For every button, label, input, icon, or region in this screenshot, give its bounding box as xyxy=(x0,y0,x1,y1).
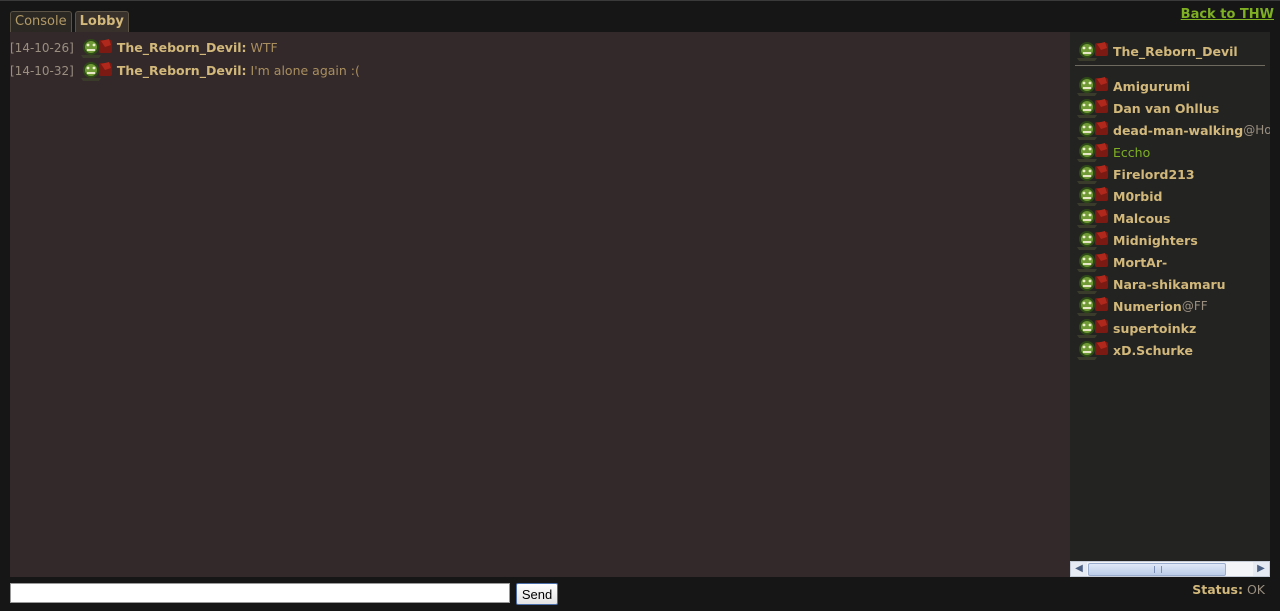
user-name: dead-man-walking xyxy=(1113,122,1244,138)
user-list-item[interactable]: M0rbid xyxy=(1075,185,1270,207)
user-list-item[interactable]: Dan van Ohllus xyxy=(1075,97,1270,119)
back-to-thw-link[interactable]: Back to THW xyxy=(1181,7,1274,22)
orc-portrait-icon xyxy=(1075,317,1109,339)
orc-portrait-icon xyxy=(1075,97,1109,119)
user-name: Dan van Ohllus xyxy=(1113,100,1220,116)
user-name: Numerion xyxy=(1113,298,1182,314)
status-label: Status: xyxy=(1192,582,1243,597)
user-list-horizontal-scrollbar[interactable]: ◀ ▶ xyxy=(1070,561,1270,577)
tab-lobby[interactable]: Lobby xyxy=(74,11,129,33)
message-text: I'm alone again :( xyxy=(250,63,360,78)
message-timestamp: [14-10-32] xyxy=(10,63,74,78)
orc-portrait-icon xyxy=(79,60,113,82)
chat-message-input[interactable] xyxy=(10,583,510,603)
status-value: OK xyxy=(1246,582,1265,597)
orc-portrait-icon xyxy=(1075,141,1109,163)
user-name: MortAr- xyxy=(1113,254,1168,270)
orc-portrait-icon xyxy=(1075,295,1109,317)
message-text: WTF xyxy=(250,40,278,55)
user-list-item[interactable]: supertoinkz xyxy=(1075,317,1270,339)
send-button[interactable]: Send xyxy=(516,583,558,605)
user-name: Midnighters xyxy=(1113,232,1198,248)
user-name: supertoinkz xyxy=(1113,320,1197,336)
tab-console[interactable]: Console xyxy=(10,11,72,32)
user-name: Firelord213 xyxy=(1113,166,1195,182)
orc-portrait-icon xyxy=(1075,163,1109,185)
message-username[interactable]: The_Reborn_Devil: xyxy=(117,63,247,78)
orc-portrait-icon xyxy=(1075,273,1109,295)
chat-message: [14-10-32] The_Reborn_Devil: I'm alone a… xyxy=(10,59,1070,82)
user-list-item[interactable]: Firelord213 xyxy=(1075,163,1270,185)
orc-portrait-icon xyxy=(1075,185,1109,207)
connection-status: Status: OK xyxy=(1192,582,1265,597)
tab-bar: Console Lobby xyxy=(10,11,132,33)
orc-portrait-icon xyxy=(1075,207,1109,229)
user-realm: @Ho xyxy=(1243,123,1270,137)
user-name: Amigurumi xyxy=(1113,78,1191,94)
orc-portrait-icon xyxy=(1075,339,1109,361)
chat-message: [14-10-26] The_Reborn_Devil: WTF xyxy=(10,36,1070,59)
user-list-item[interactable]: Amigurumi xyxy=(1075,75,1270,97)
user-list-item[interactable]: Numerion @FF xyxy=(1075,295,1270,317)
orc-portrait-icon xyxy=(1075,229,1109,251)
scrollbar-grip-icon xyxy=(1154,566,1162,573)
orc-portrait-icon xyxy=(1075,75,1109,97)
user-name: Malcous xyxy=(1113,210,1171,226)
orc-portrait-icon xyxy=(1075,40,1109,62)
user-list-item[interactable]: Nara-shikamaru xyxy=(1075,273,1270,295)
user-list-item[interactable]: dead-man-walking @Ho xyxy=(1075,119,1270,141)
user-realm: @FF xyxy=(1181,299,1208,313)
scroll-right-arrow-icon[interactable]: ▶ xyxy=(1253,562,1269,576)
user-list: Amigurumi Dan van Ohllus dead-man-walkin… xyxy=(1075,75,1270,361)
message-username[interactable]: The_Reborn_Devil: xyxy=(117,40,247,55)
user-list-item[interactable]: Midnighters xyxy=(1075,229,1270,251)
user-list-item[interactable]: Eccho xyxy=(1075,141,1270,163)
message-timestamp: [14-10-26] xyxy=(10,40,74,55)
chat-client: Console Lobby Back to THW [14-10-26] The… xyxy=(0,0,1280,611)
chat-log: [14-10-26] The_Reborn_Devil: WTF [14-10-… xyxy=(10,32,1070,577)
current-user-row: The_Reborn_Devil xyxy=(1075,37,1265,66)
user-list-panel: The_Reborn_Devil Amigurumi Dan van Ohllu… xyxy=(1070,32,1270,561)
user-name: M0rbid xyxy=(1113,188,1163,204)
scrollbar-thumb[interactable] xyxy=(1088,563,1226,576)
current-user-name: The_Reborn_Devil xyxy=(1113,43,1238,59)
orc-portrait-icon xyxy=(1075,119,1109,141)
user-list-item[interactable]: MortAr- xyxy=(1075,251,1270,273)
scroll-left-arrow-icon[interactable]: ◀ xyxy=(1071,562,1087,576)
user-list-item[interactable]: xD.Schurke xyxy=(1075,339,1270,361)
user-name: Nara-shikamaru xyxy=(1113,276,1226,292)
user-name: Eccho xyxy=(1113,144,1151,160)
user-name: xD.Schurke xyxy=(1113,342,1194,358)
orc-portrait-icon xyxy=(1075,251,1109,273)
orc-portrait-icon xyxy=(79,37,113,59)
user-list-item[interactable]: Malcous xyxy=(1075,207,1270,229)
